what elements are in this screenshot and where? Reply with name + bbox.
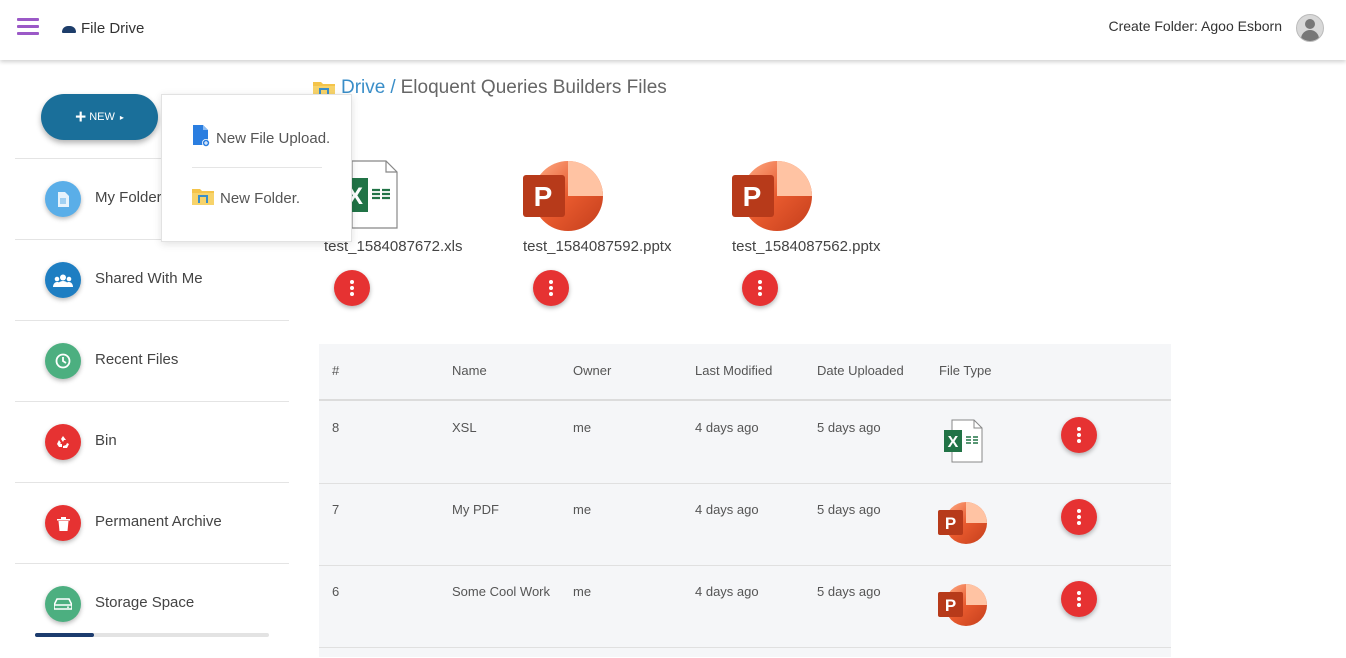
recycle-icon [45, 424, 81, 460]
breadcrumb: Drive / Eloquent Queries Builders Files [313, 77, 667, 99]
cell-number: 7 [332, 502, 340, 517]
menu-item-new-folder[interactable]: New Folder. [192, 187, 300, 209]
sidebar-item-storage-space[interactable]: Storage Space [15, 563, 289, 658]
powerpoint-file-icon: P [523, 160, 605, 237]
files-table: # Name Owner Last Modified Date Uploaded… [319, 344, 1171, 657]
sidebar-item-label: Storage Space [95, 594, 195, 611]
column-header-date-uploaded: Date Uploaded [817, 363, 904, 378]
cloud-icon [62, 25, 76, 33]
table-row[interactable]: 7 My PDF me 4 days ago 5 days ago P [319, 483, 1171, 566]
sidebar-item-shared-with-me[interactable]: Shared With Me [15, 239, 289, 320]
storage-progress-fill [35, 633, 94, 637]
plus-icon: + [75, 106, 87, 128]
storage-progress-bar [35, 633, 269, 637]
menu-divider [192, 167, 322, 168]
row-options-button[interactable] [1061, 581, 1097, 617]
drive-icon [45, 586, 81, 622]
file-card[interactable]: P test_1584087562.pptx [732, 160, 882, 320]
caret-right-icon: ▸ [119, 112, 124, 122]
row-options-button[interactable] [1061, 499, 1097, 535]
create-folder-label[interactable]: Create Folder: Agoo Esborn [1108, 18, 1282, 34]
svg-text:X: X [948, 434, 959, 451]
menu-item-label: New File Upload. [216, 129, 331, 147]
more-vertical-icon [1077, 590, 1081, 608]
file-options-button[interactable] [533, 270, 569, 306]
column-header-file-type: File Type [939, 363, 992, 378]
svg-text:P: P [945, 596, 956, 615]
trash-icon [45, 505, 81, 541]
file-card[interactable]: P test_1584087592.pptx [523, 160, 673, 320]
cell-last-modified: 4 days ago [695, 502, 759, 517]
breadcrumb-current: Eloquent Queries Builders Files [400, 77, 667, 98]
new-dropdown-menu: New File Upload. New Folder. [161, 94, 352, 242]
cell-owner: me [573, 502, 592, 517]
svg-text:P: P [945, 514, 956, 533]
sidebar-item-label: Shared With Me [95, 270, 203, 287]
file-options-button[interactable] [742, 270, 778, 306]
group-icon [45, 262, 81, 298]
cell-date-uploaded: 5 days ago [817, 502, 881, 517]
file-upload-icon [192, 125, 210, 151]
more-vertical-icon [1077, 508, 1081, 526]
new-button[interactable]: + NEW ▸ [41, 94, 158, 140]
sidebar-item-label: Permanent Archive [95, 513, 222, 530]
cell-last-modified: 4 days ago [695, 420, 759, 435]
more-vertical-icon [549, 279, 553, 297]
cell-owner: me [573, 584, 592, 599]
avatar[interactable] [1296, 14, 1324, 42]
brand[interactable]: File Drive [62, 20, 144, 37]
cell-name: My PDF [452, 502, 499, 517]
column-header-owner: Owner [573, 363, 612, 378]
cell-owner: me [573, 420, 592, 435]
more-vertical-icon [1077, 426, 1081, 444]
cell-number: 6 [332, 584, 340, 599]
more-vertical-icon [758, 279, 762, 297]
powerpoint-file-icon: P [938, 583, 988, 632]
top-bar: File Drive Create Folder: Agoo Esborn [0, 0, 1346, 60]
menu-item-label: New Folder. [220, 189, 301, 207]
menu-icon[interactable] [17, 18, 39, 36]
cell-name: Some Cool Work [452, 584, 551, 599]
svg-text:P: P [534, 181, 553, 212]
new-button-label: NEW [89, 111, 115, 123]
powerpoint-file-icon: P [938, 501, 988, 550]
clock-icon [45, 343, 81, 379]
sidebar-item-recent-files[interactable]: Recent Files [15, 320, 289, 401]
cell-last-modified: 4 days ago [695, 584, 759, 599]
sidebar-item-permanent-archive[interactable]: Permanent Archive [15, 482, 289, 563]
brand-label: File Drive [81, 20, 145, 37]
folder-icon [192, 187, 214, 209]
cell-date-uploaded: 5 days ago [817, 420, 881, 435]
table-row[interactable]: 8 XSL me 4 days ago 5 days ago X [319, 401, 1171, 484]
column-header-number: # [332, 363, 340, 378]
sidebar-item-label: Bin [95, 432, 117, 449]
more-vertical-icon [350, 279, 354, 297]
file-name: test_1584087562.pptx [732, 238, 881, 255]
table-row[interactable]: 6 Some Cool Work me 4 days ago 5 days ag… [319, 565, 1171, 648]
column-header-last-modified: Last Modified [695, 363, 773, 378]
excel-file-icon: X [944, 419, 984, 468]
cell-name: XSL [452, 420, 477, 435]
column-header-name: Name [452, 363, 487, 378]
sidebar-item-label: My Folders [95, 189, 170, 206]
breadcrumb-separator: / [390, 77, 396, 98]
table-header: # Name Owner Last Modified Date Uploaded… [319, 344, 1171, 401]
svg-text:P: P [743, 181, 762, 212]
powerpoint-file-icon: P [732, 160, 814, 237]
cell-number: 8 [332, 420, 340, 435]
sidebar-item-bin[interactable]: Bin [15, 401, 289, 482]
sidebar-item-label: Recent Files [95, 351, 179, 368]
file-name: test_1584087592.pptx [523, 238, 672, 255]
file-options-button[interactable] [334, 270, 370, 306]
row-options-button[interactable] [1061, 417, 1097, 453]
cell-date-uploaded: 5 days ago [817, 584, 881, 599]
menu-item-new-file-upload[interactable]: New File Upload. [192, 125, 330, 151]
file-icon [45, 181, 81, 217]
